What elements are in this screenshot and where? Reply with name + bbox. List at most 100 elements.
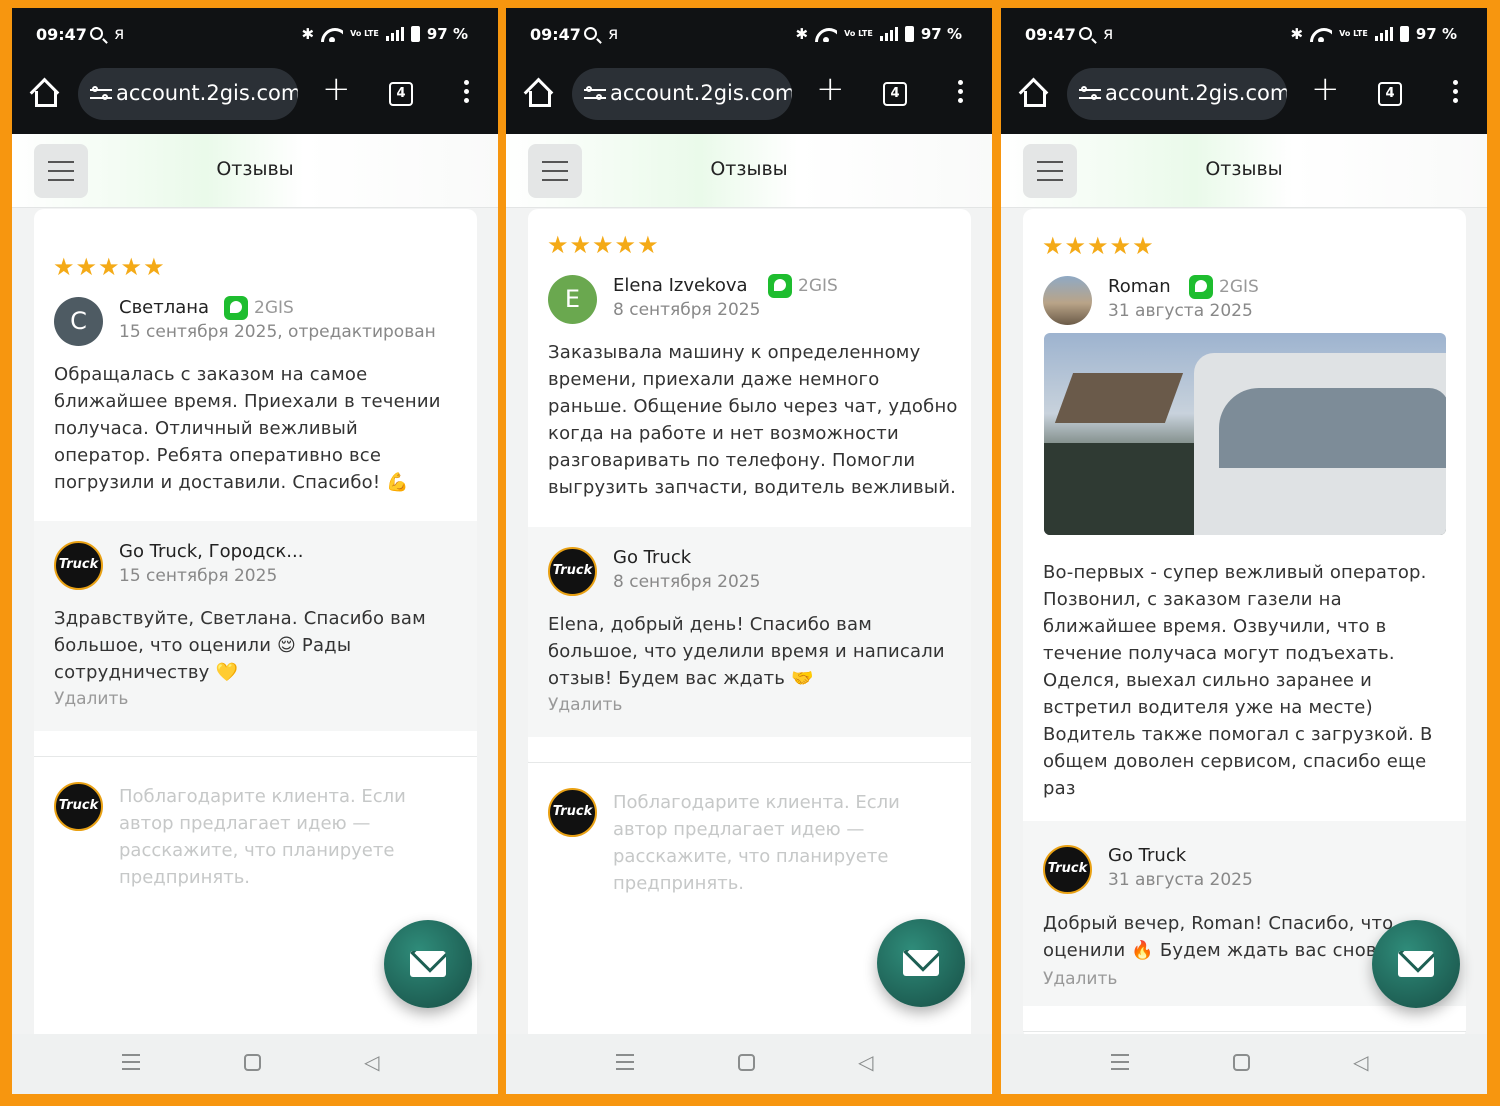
battery-level: 97 % [426,25,468,43]
reply-input[interactable]: Поблагодарите клиента. Если автор предла… [613,789,933,897]
bluetooth-icon: ✱ [301,25,315,43]
company-logo: Truck [54,541,103,590]
back-icon[interactable]: ◁ [364,1050,379,1074]
message-button[interactable] [384,920,472,1008]
reviews-list[interactable]: ★★★★★ Roman 2GIS 31 августа 2025 Во-перв… [1023,209,1466,1034]
home-nav-icon[interactable] [244,1054,261,1071]
page-header: Отзывы [506,134,992,208]
mail-icon [1398,951,1434,977]
back-icon[interactable]: ◁ [858,1050,873,1074]
wifi-icon [321,26,343,42]
bluetooth-icon: ✱ [795,25,809,43]
reply-text: Здравствуйте, Светлана. Спасибо вам боль… [54,608,426,683]
wifi-icon [1310,26,1332,42]
search-status-icon [1079,27,1092,40]
avatar [1043,276,1092,325]
more-menu-icon[interactable] [956,80,964,108]
site-settings-icon[interactable] [584,86,606,102]
home-icon[interactable] [524,80,552,108]
rating-stars: ★★★★★ [53,253,166,281]
status-bar: 09:47 я ✱ Vo LTE 97 % [506,8,992,64]
delete-reply-link[interactable]: Удалить [548,695,622,715]
owner-reply: Truck Go Truck 8 сентября 2025 Elena, до… [528,527,971,737]
source-badge: 2GIS [224,296,294,320]
review-date: 8 сентября 2025 [613,300,761,320]
reply-company: Go Truck [613,547,692,568]
more-menu-icon[interactable] [462,80,470,108]
reviews-list[interactable]: ★★★★★ E Elena Izvekova 2GIS 8 сентября 2… [528,209,971,1034]
system-nav-bar: ◁ [1001,1034,1487,1094]
review-author: Roman [1108,276,1171,297]
url-text: account.2gis.com [1105,81,1287,105]
2gis-icon [224,296,248,320]
volte-icon: Vo LTE [350,29,379,38]
reply-text: Elena, добрый день! Спасибо вам большое,… [548,614,945,689]
reply-date: 31 августа 2025 [1108,870,1253,890]
status-time: 09:47 [530,25,581,44]
tab-switcher-button[interactable]: 4 [1378,82,1402,106]
avatar: E [548,275,597,324]
review-card: ★★★★★ Roman 2GIS 31 августа 2025 Во-перв… [1023,209,1466,1034]
status-bar: 09:47 я ✱ Vo LTE 97 % [12,8,498,64]
phone-screen-2: 09:47 я ✱ Vo LTE 97 % account.2gis.com +… [506,8,992,1094]
browser-chrome: 09:47 я ✱ Vo LTE 97 % account.2gis.com +… [12,8,498,134]
battery-icon [1399,26,1409,42]
mail-icon [410,951,446,977]
yandex-status-icon: я [608,24,619,44]
home-nav-icon[interactable] [738,1054,755,1071]
home-nav-icon[interactable] [1233,1054,1250,1071]
address-bar[interactable]: account.2gis.com [1067,68,1287,120]
signal-icon [879,27,898,41]
recents-icon[interactable] [616,1054,634,1075]
phone-screen-1: 09:47 я ✱ Vo LTE 97 % account.2gis.com +… [12,8,498,1094]
browser-chrome: 09:47 я ✱ Vo LTE 97 % account.2gis.com +… [506,8,992,134]
rating-stars: ★★★★★ [547,231,660,259]
wifi-icon [815,26,837,42]
review-date: 31 августа 2025 [1108,301,1253,321]
new-tab-icon[interactable]: + [1311,72,1340,106]
more-menu-icon[interactable] [1451,80,1459,108]
company-logo: Truck [548,547,597,596]
volte-icon: Vo LTE [844,29,873,38]
recents-icon[interactable] [1111,1054,1129,1075]
source-badge: 2GIS [1189,275,1259,299]
site-settings-icon[interactable] [1079,86,1101,102]
home-icon[interactable] [30,80,58,108]
status-time: 09:47 [1025,25,1076,44]
review-card: ★★★★★ E Elena Izvekova 2GIS 8 сентября 2… [528,209,971,769]
review-text: Во-первых - супер вежливый оператор. Поз… [1043,562,1433,799]
review-text: Обращалась с заказом на самое ближайшее … [54,364,441,493]
system-nav-bar: ◁ [12,1034,498,1094]
delete-reply-link[interactable]: Удалить [1043,969,1117,989]
page-title: Отзывы [710,158,788,180]
signal-icon [1374,27,1393,41]
tab-switcher-button[interactable]: 4 [883,82,907,106]
new-tab-icon[interactable]: + [816,72,845,106]
site-settings-icon[interactable] [90,86,112,102]
system-nav-bar: ◁ [506,1034,992,1094]
home-icon[interactable] [1019,80,1047,108]
yandex-status-icon: я [114,24,125,44]
message-button[interactable] [1372,920,1460,1008]
back-icon[interactable]: ◁ [1353,1050,1368,1074]
review-photo[interactable] [1044,333,1446,535]
delete-reply-link[interactable]: Удалить [54,689,128,709]
page-title: Отзывы [216,158,294,180]
url-text: account.2gis.com [116,81,298,105]
reviews-list[interactable]: ★★★★★ С Светлана 2GIS 15 сентября 2025, … [34,209,477,1034]
battery-icon [410,26,420,42]
2gis-icon [768,274,792,298]
status-bar: 09:47 я ✱ Vo LTE 97 % [1001,8,1487,64]
owner-reply: Truck Go Truck, Городск... 15 сентября 2… [34,521,477,731]
message-button[interactable] [877,919,965,1007]
page-header: Отзывы [12,134,498,208]
rating-stars: ★★★★★ [1042,232,1155,260]
new-tab-icon[interactable]: + [322,72,351,106]
reply-input[interactable]: Поблагодарите клиента. Если автор предла… [119,783,439,891]
address-bar[interactable]: account.2gis.com [572,68,792,120]
tab-switcher-button[interactable]: 4 [389,82,413,106]
address-bar[interactable]: account.2gis.com [78,68,298,120]
phone-screen-3: 09:47 я ✱ Vo LTE 97 % account.2gis.com +… [1001,8,1487,1094]
page-header: Отзывы [1001,134,1487,208]
recents-icon[interactable] [122,1054,140,1075]
